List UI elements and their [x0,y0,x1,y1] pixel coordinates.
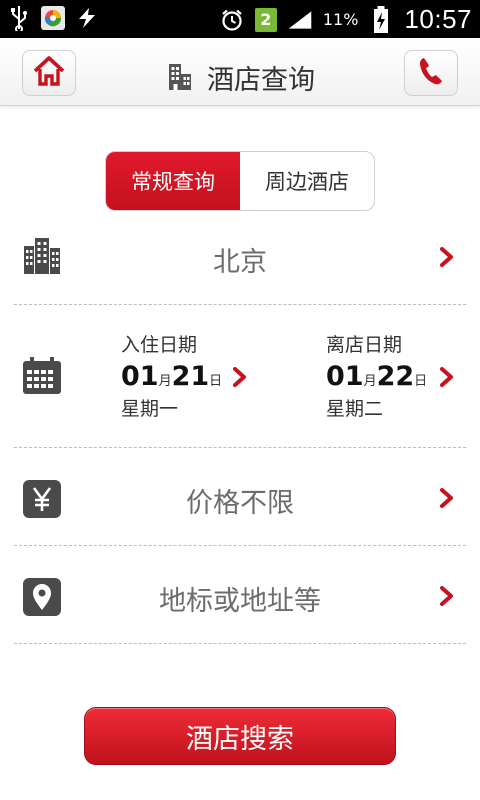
checkin-date-picker[interactable]: 入住日期 01月21日 星期一 [121,330,222,421]
city-value: 北京 [213,247,267,278]
checkin-month: 01 [121,361,159,392]
calendar-icon [22,356,62,396]
day-unit: 日 [209,374,223,389]
divider [14,447,466,448]
hotel-search-button[interactable]: 酒店搜索 [84,707,396,765]
checkin-day: 21 [171,361,210,392]
checkin-weekday: 星期一 [121,398,179,420]
checkout-month: 01 [326,361,364,392]
status-bar: 2 11% 10:57 [0,0,480,38]
notification-count-badge: 2 [254,7,277,32]
page-title: 酒店查询 [207,65,315,96]
tab-nearby-hotels[interactable]: 周边酒店 [240,152,374,210]
divider [14,545,466,546]
chevron-right-icon [438,487,456,509]
call-button[interactable] [404,50,458,96]
chevron-right-icon[interactable] [438,366,456,388]
divider [14,643,466,644]
divider [14,304,466,305]
price-value: 价格不限 [186,488,294,519]
checkin-label: 入住日期 [121,334,198,356]
checkin-date: 01月21日 [121,361,222,392]
phone-icon [418,56,444,90]
search-mode-tabs: 常规查询 周边酒店 [105,151,375,211]
tab-regular-search[interactable]: 常规查询 [106,152,240,210]
alarm-icon [219,7,245,33]
checkout-label: 离店日期 [326,334,403,356]
app-notification-icon [40,5,66,31]
month-unit: 月 [158,374,172,389]
chevron-right-icon [438,585,456,607]
checkout-day: 22 [376,361,415,392]
date-row: 入住日期 01月21日 星期一 离店日期 01月22日 星期二 [14,320,466,434]
checkout-weekday: 星期二 [326,398,384,420]
chevron-right-icon[interactable] [231,366,249,388]
month-unit: 月 [363,374,377,389]
checkout-date: 01月22日 [326,361,427,392]
chevron-right-icon [438,246,456,268]
landmark-row[interactable]: 地标或地址等 [14,565,466,629]
signal-icon [287,7,313,33]
day-unit: 日 [414,374,428,389]
clock: 10:57 [404,4,472,34]
battery-percent: 11% [322,10,359,29]
city-row[interactable]: 北京 [14,226,466,290]
checkout-date-picker[interactable]: 离店日期 01月22日 星期二 [326,330,427,421]
battery-charging-icon [368,5,394,33]
sync-icon [74,5,100,31]
price-row[interactable]: 价格不限 [14,467,466,531]
hotel-building-icon [165,61,193,95]
landmark-value: 地标或地址等 [159,586,321,617]
usb-icon [6,5,32,31]
header-bar: 酒店查询 [0,38,480,106]
